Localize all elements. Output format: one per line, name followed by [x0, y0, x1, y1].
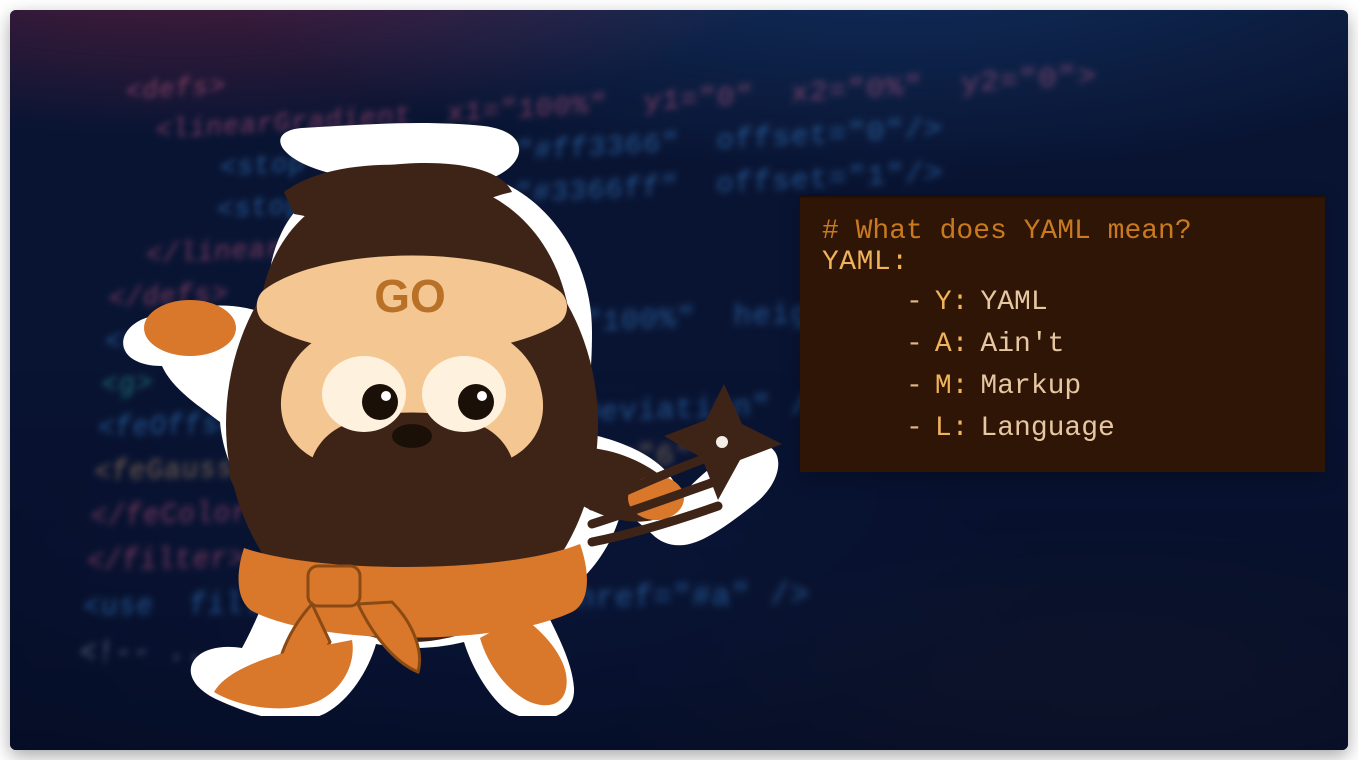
yaml-panel: # What does YAML mean? YAML: -Y:YAML-A:A…: [800, 195, 1325, 472]
yaml-value: Markup: [980, 366, 1081, 408]
yaml-dash: -: [906, 282, 923, 324]
yaml-item: -L: Language: [822, 408, 1303, 450]
hero-frame: <defs> <linearGradient x1="100%" y1="0" …: [10, 10, 1348, 750]
yaml-item: -A: Ain't: [822, 324, 1303, 366]
yaml-dash: -: [906, 366, 923, 408]
headband-text: GO: [374, 270, 446, 322]
ninja-gopher-mascot: GO: [72, 106, 792, 716]
yaml-value: Ain't: [980, 324, 1064, 366]
yaml-dash: -: [906, 324, 923, 366]
yaml-value: YAML: [980, 282, 1047, 324]
yaml-value: Language: [980, 408, 1114, 450]
yaml-dash: -: [906, 408, 923, 450]
yaml-item: -Y: YAML: [822, 282, 1303, 324]
ninja-gopher-svg: GO: [72, 106, 792, 716]
yaml-key: Y:: [935, 282, 969, 324]
yaml-key: L:: [935, 408, 969, 450]
yaml-comment: # What does YAML mean?: [822, 216, 1303, 247]
yaml-item: -M: Markup: [822, 366, 1303, 408]
yaml-list: -Y:YAML-A:Ain't-M:Markup-L:Language: [822, 282, 1303, 450]
yaml-key: A:: [935, 324, 969, 366]
yaml-root-key: YAML:: [822, 247, 1303, 278]
yaml-key: M:: [935, 366, 969, 408]
